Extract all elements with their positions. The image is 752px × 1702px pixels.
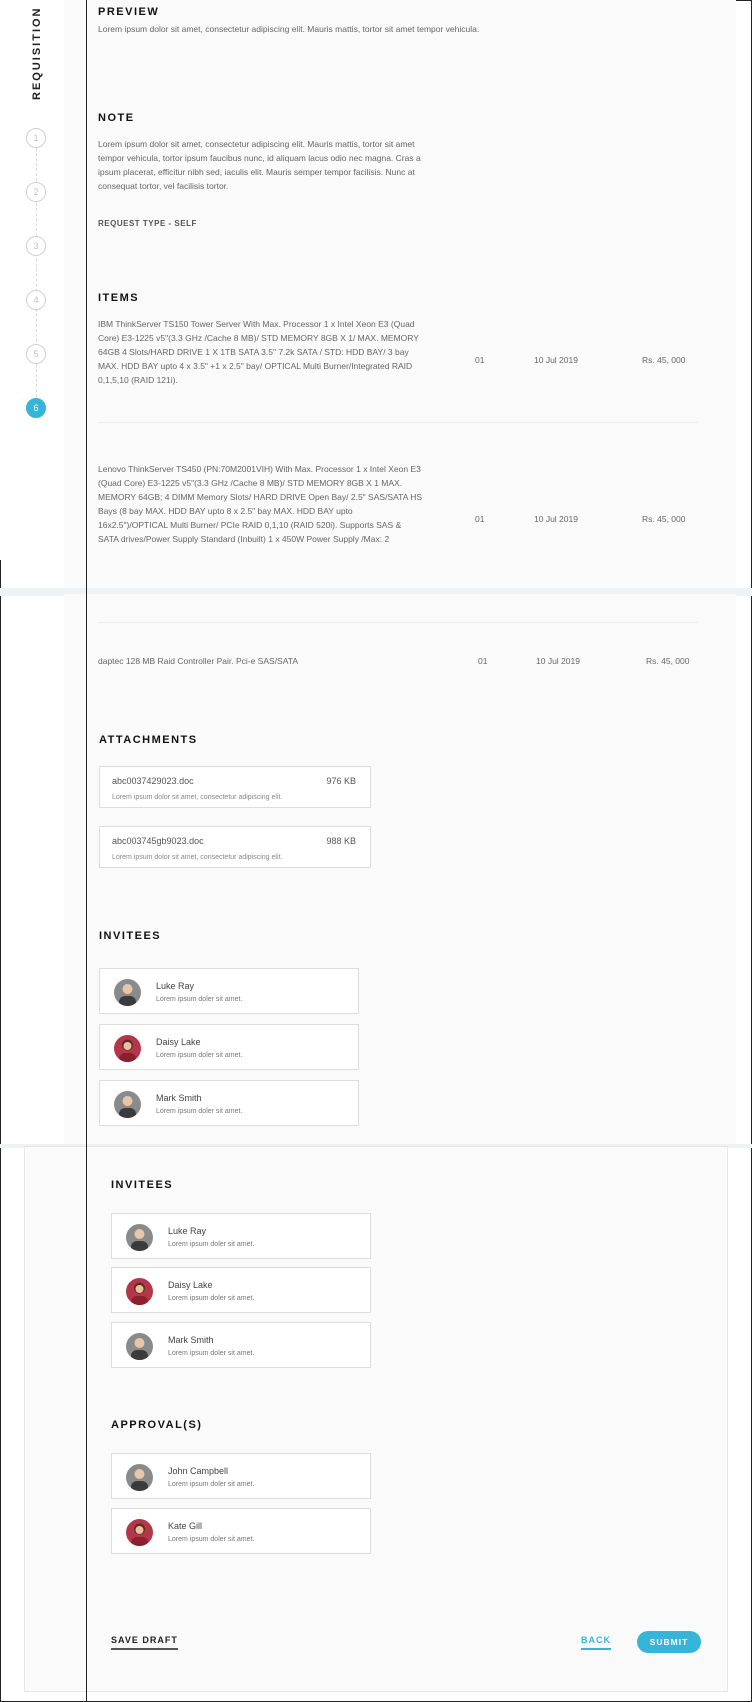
attachment-filename: abc0037429023.doc: [112, 776, 194, 786]
approvals-heading: APPROVAL(S): [111, 1419, 203, 1431]
person-role: Lorem ipsum doler sit amet.: [156, 996, 243, 1003]
preview-text: Lorem ipsum dolor sit amet, consectetur …: [98, 24, 480, 34]
avatar: [126, 1519, 153, 1546]
items-heading: ITEMS: [98, 292, 140, 304]
person-name: Kate Gill: [168, 1521, 203, 1531]
attachment-description: Lorem ipsum dolor sit amet, consectetur …: [112, 794, 283, 801]
approver-card: Kate Gill Lorem ipsum doler sit amet.: [111, 1508, 371, 1554]
preview-panel: PREVIEW Lorem ipsum dolor sit amet, cons…: [64, 0, 736, 588]
item-date: 10 Jul 2019: [534, 514, 578, 524]
person-role: Lorem ipsum doler sit amet.: [168, 1241, 255, 1248]
item-qty: 01: [475, 355, 485, 365]
invitees-heading: INVITEES: [111, 1179, 174, 1191]
request-type: REQUEST TYPE - SELF: [98, 219, 197, 228]
step-4[interactable]: 4: [26, 290, 46, 310]
invitee-card: Luke Ray Lorem ipsum doler sit amet.: [111, 1213, 371, 1259]
row-divider: [98, 422, 698, 423]
step-5[interactable]: 5: [26, 344, 46, 364]
attachment-description: Lorem ipsum dolor sit amet, consectetur …: [112, 854, 283, 861]
save-draft-button[interactable]: SAVE DRAFT: [111, 1635, 178, 1650]
attachment-filename: abc003745gb9023.doc: [112, 836, 204, 846]
person-name: Daisy Lake: [168, 1280, 213, 1290]
person-role: Lorem ipsum doler sit amet.: [168, 1536, 255, 1543]
item-qty: 01: [478, 656, 488, 666]
item-description: IBM ThinkServer TS150 Tower Server With …: [98, 319, 419, 385]
item-qty: 01: [475, 514, 485, 524]
item-price: Rs. 45, 000: [642, 514, 686, 524]
avatar: [126, 1278, 153, 1305]
final-panel: INVITEES Luke Ray Lorem ipsum doler sit …: [24, 1146, 728, 1692]
step-3[interactable]: 3: [26, 236, 46, 256]
invitees-heading: INVITEES: [99, 930, 162, 942]
person-name: John Campbell: [168, 1466, 229, 1476]
avatar: [114, 1035, 141, 1062]
avatar: [126, 1333, 153, 1360]
person-role: Lorem ipsum doler sit amet.: [168, 1481, 255, 1488]
invitee-card: Mark Smith Lorem ipsum doler sit amet.: [111, 1322, 371, 1368]
item-date: 10 Jul 2019: [536, 656, 580, 666]
person-name: Mark Smith: [168, 1335, 214, 1345]
avatar: [126, 1224, 153, 1251]
person-name: Luke Ray: [168, 1226, 207, 1236]
item-description: daptec 128 MB Raid Controller Pair. Pci-…: [98, 656, 298, 666]
back-button[interactable]: BACK: [581, 1635, 611, 1650]
sidebar-title: REQUISITION: [31, 6, 43, 100]
overlay-guide-line: [86, 0, 87, 1702]
item-price: Rs. 45, 000: [642, 355, 686, 365]
submit-button[interactable]: SUBMIT: [637, 1631, 701, 1653]
avatar: [114, 1091, 141, 1118]
item-date: 10 Jul 2019: [534, 355, 578, 365]
invitee-card: Mark Smith Lorem ipsum doler sit amet.: [99, 1080, 359, 1126]
person-role: Lorem ipsum doler sit amet.: [156, 1108, 243, 1115]
attachment-card[interactable]: abc003745gb9023.doc 988 KB Lorem ipsum d…: [99, 826, 371, 868]
preview-heading: PREVIEW: [98, 6, 160, 18]
step-1[interactable]: 1: [26, 128, 46, 148]
avatar: [126, 1464, 153, 1491]
attachment-size: 976 KB: [326, 776, 356, 786]
attachment-size: 988 KB: [326, 836, 356, 846]
note-heading: NOTE: [98, 112, 135, 124]
person-role: Lorem ipsum doler sit amet.: [168, 1350, 255, 1357]
continued-panel: daptec 128 MB Raid Controller Pair. Pci-…: [64, 594, 736, 1144]
step-2[interactable]: 2: [26, 182, 46, 202]
attachment-card[interactable]: abc0037429023.doc 976 KB Lorem ipsum dol…: [99, 766, 371, 808]
step-6-active[interactable]: 6: [26, 398, 46, 418]
item-description: Lenovo ThinkServer TS450 (PN:70M2001VIH)…: [98, 464, 423, 544]
attachments-heading: ATTACHMENTS: [99, 734, 198, 746]
invitee-card: Daisy Lake Lorem ipsum doler sit amet.: [111, 1267, 371, 1313]
avatar: [114, 979, 141, 1006]
person-name: Luke Ray: [156, 981, 195, 991]
approver-card: John Campbell Lorem ipsum doler sit amet…: [111, 1453, 371, 1499]
requisition-sidebar: REQUISITION 1 2 3 4 5 6: [0, 0, 70, 560]
person-role: Lorem ipsum doler sit amet.: [156, 1052, 243, 1059]
person-role: Lorem ipsum doler sit amet.: [168, 1295, 255, 1302]
invitee-card: Daisy Lake Lorem ipsum doler sit amet.: [99, 1024, 359, 1070]
note-text: Lorem ipsum dolor sit amet, consectetur …: [98, 139, 421, 191]
step-list: 1 2 3 4 5 6: [26, 128, 48, 452]
row-divider: [98, 622, 698, 623]
person-name: Daisy Lake: [156, 1037, 201, 1047]
person-name: Mark Smith: [156, 1093, 202, 1103]
invitee-card: Luke Ray Lorem ipsum doler sit amet.: [99, 968, 359, 1014]
item-price: Rs. 45, 000: [646, 656, 690, 666]
